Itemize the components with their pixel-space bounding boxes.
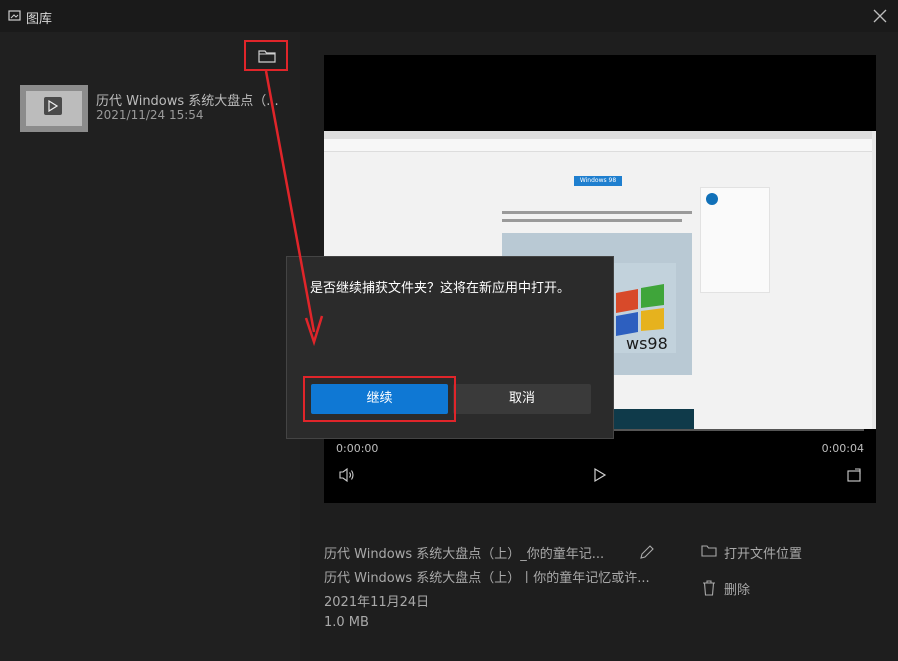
cancel-button[interactable]: 取消 — [453, 384, 591, 414]
fullscreen-icon[interactable] — [846, 467, 862, 483]
video-heading-badge: Windows 98 — [574, 176, 622, 186]
gallery-icon — [8, 10, 21, 21]
media-size: 1.0 MB — [324, 615, 369, 630]
thumbnail-play-icon — [44, 97, 62, 115]
video-text-line — [502, 211, 692, 214]
hp-logo-icon — [706, 193, 718, 205]
edit-pencil-icon[interactable] — [638, 543, 656, 561]
continue-button-highlight — [303, 376, 456, 422]
folder-icon — [701, 545, 717, 557]
dialog-message: 是否继续捕获文件夹？这将在新应用中打开。 — [310, 281, 571, 296]
current-time: 0:00:00 — [336, 442, 379, 455]
folder-button-highlight — [244, 40, 288, 71]
gallery-item-date: 2021/11/24 15:54 — [96, 108, 204, 122]
delete-link[interactable]: 删除 — [724, 579, 750, 598]
media-filename: 历代 Windows 系统大盘点（上）丨你的童年记忆或许... — [324, 571, 650, 586]
open-file-location-link[interactable]: 打开文件位置 — [724, 543, 802, 562]
browser-tab-strip — [324, 131, 876, 139]
video-bottom-banner — [614, 409, 694, 429]
close-icon[interactable] — [868, 4, 892, 28]
media-date: 2021年11月24日 — [324, 595, 430, 610]
trash-icon — [703, 580, 715, 596]
total-time: 0:00:04 — [821, 442, 864, 455]
windows98-text: ws98 — [626, 334, 668, 353]
video-thumbnail[interactable] — [20, 85, 88, 132]
play-icon[interactable] — [592, 467, 608, 483]
video-page-scrollbar — [872, 131, 876, 429]
title-bar: 图库 — [0, 0, 898, 32]
window-title: 图库 — [26, 12, 53, 27]
gallery-item-title[interactable]: 历代 Windows 系统大盘点（... — [96, 90, 286, 109]
video-text-line — [502, 219, 682, 222]
browser-address-bar — [324, 139, 876, 152]
volume-icon[interactable] — [338, 467, 356, 483]
media-title: 历代 Windows 系统大盘点（上）_你的童年记... — [324, 547, 605, 562]
